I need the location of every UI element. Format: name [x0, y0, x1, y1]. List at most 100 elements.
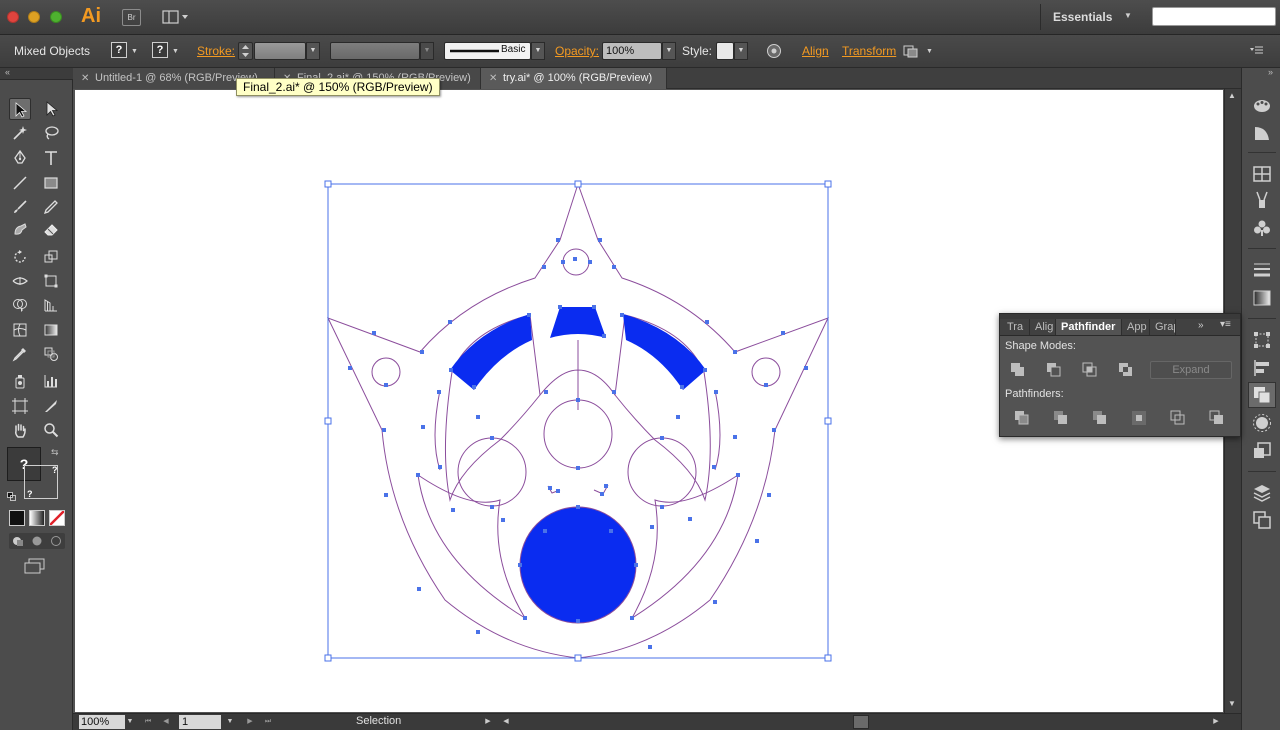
- tab-try[interactable]: ✕ try.ai* @ 100% (RGB/Preview): [481, 68, 667, 89]
- graphic-style-swatch[interactable]: [716, 42, 734, 60]
- paintbrush-tool[interactable]: [9, 196, 31, 218]
- selection-tool[interactable]: [9, 98, 31, 120]
- mesh-tool[interactable]: [9, 319, 31, 341]
- swap-fill-stroke-icon[interactable]: ⇆: [51, 447, 59, 458]
- panel-menu-icon[interactable]: ▾≡: [1220, 319, 1231, 330]
- bridge-button[interactable]: Br: [122, 9, 141, 26]
- current-tool-status[interactable]: Selection: [356, 715, 401, 727]
- gradient-tool[interactable]: [40, 319, 62, 341]
- stroke-panel-link[interactable]: Stroke:: [197, 44, 235, 58]
- last-artboard-icon[interactable]: ⏭: [261, 715, 275, 729]
- merge-button[interactable]: [1092, 410, 1108, 426]
- minus-front-button[interactable]: [1046, 362, 1062, 378]
- stroke-swatch[interactable]: ?: [152, 42, 168, 58]
- none-mode-button[interactable]: [49, 510, 65, 526]
- brush-dropdown[interactable]: ▼: [531, 42, 545, 60]
- intersect-button[interactable]: [1082, 362, 1098, 378]
- eraser-tool[interactable]: [40, 219, 62, 241]
- artboard-number-field[interactable]: 1: [179, 715, 221, 729]
- shape-builder-tool[interactable]: [9, 294, 31, 316]
- expand-button[interactable]: Expand: [1150, 361, 1232, 379]
- artboard-dropdown-icon[interactable]: ▼: [223, 715, 237, 729]
- variable-width-profile-field[interactable]: [330, 42, 420, 60]
- next-artboard-icon[interactable]: ▶: [243, 715, 257, 729]
- crop-button[interactable]: [1131, 410, 1147, 426]
- close-tab-icon[interactable]: ✕: [81, 68, 89, 89]
- transform-panel-icon[interactable]: [1252, 330, 1272, 350]
- scroll-right-icon[interactable]: ▶: [1209, 715, 1223, 729]
- panel-menu-icon[interactable]: [1249, 45, 1265, 57]
- eyedropper-tool[interactable]: [9, 343, 31, 365]
- tab-align[interactable]: Alig: [1030, 319, 1056, 335]
- isolate-group-icon[interactable]: [902, 43, 920, 59]
- pencil-tool[interactable]: [40, 196, 62, 218]
- recolor-artwork-icon[interactable]: [766, 43, 782, 59]
- close-tab-icon[interactable]: ✕: [489, 68, 497, 89]
- symbols-icon[interactable]: [1252, 218, 1272, 238]
- trim-button[interactable]: [1053, 410, 1069, 426]
- blend-tool[interactable]: [40, 343, 62, 365]
- tools-panel-header[interactable]: «: [0, 67, 73, 80]
- color-mode-button[interactable]: [9, 510, 25, 526]
- window-zoom-button[interactable]: [50, 11, 62, 23]
- horizontal-scroll-thumb[interactable]: [853, 715, 869, 729]
- fill-swatch[interactable]: ?: [111, 42, 127, 58]
- divide-button[interactable]: [1014, 410, 1030, 426]
- default-fill-stroke-icon[interactable]: [7, 490, 16, 501]
- zoom-tool[interactable]: [40, 419, 62, 441]
- opacity-field[interactable]: 100%: [602, 42, 662, 60]
- symbol-sprayer-tool[interactable]: [9, 370, 31, 392]
- line-segment-tool[interactable]: [9, 172, 31, 194]
- column-graph-tool[interactable]: [40, 370, 62, 392]
- screen-mode-button[interactable]: [24, 558, 46, 574]
- variable-width-profile-dropdown[interactable]: ▼: [420, 42, 434, 60]
- hand-tool[interactable]: [9, 419, 31, 441]
- blob-brush-tool[interactable]: [9, 219, 31, 241]
- brush-definition-field[interactable]: Basic: [444, 42, 531, 60]
- arrange-documents-button[interactable]: [162, 9, 190, 25]
- lasso-tool[interactable]: [40, 122, 62, 144]
- previous-artboard-icon[interactable]: ◀: [159, 715, 173, 729]
- draw-inside-icon[interactable]: [49, 534, 63, 548]
- exclude-button[interactable]: [1118, 362, 1134, 378]
- zoom-level-field[interactable]: 100%: [79, 715, 125, 729]
- stroke-weight-dropdown[interactable]: ▼: [306, 42, 320, 60]
- align-panel-icon[interactable]: [1252, 358, 1272, 378]
- scroll-down-icon[interactable]: ▼: [1228, 699, 1236, 708]
- artboard-tool[interactable]: [9, 395, 31, 417]
- rectangle-tool[interactable]: [40, 172, 62, 194]
- artboards-panel-icon[interactable]: [1252, 510, 1272, 530]
- opacity-panel-link[interactable]: Opacity:: [555, 44, 599, 58]
- zoom-dropdown-icon[interactable]: ▼: [123, 715, 137, 729]
- fill-dropdown-icon[interactable]: ▼: [131, 48, 138, 55]
- outline-button[interactable]: [1170, 410, 1186, 426]
- first-artboard-icon[interactable]: ⏮: [141, 715, 155, 729]
- draw-behind-icon[interactable]: [30, 534, 44, 548]
- stroke-dropdown-icon[interactable]: ▼: [172, 48, 179, 55]
- window-close-button[interactable]: [7, 11, 19, 23]
- gradient-panel-icon[interactable]: [1252, 288, 1272, 308]
- graphic-styles-icon[interactable]: [1252, 441, 1272, 461]
- status-menu-icon[interactable]: ▶: [481, 715, 495, 729]
- more-tabs-icon[interactable]: »: [1198, 320, 1204, 331]
- appearance-panel-icon[interactable]: [1252, 413, 1272, 433]
- stroke-panel-icon[interactable]: [1252, 260, 1272, 280]
- color-panel-icon[interactable]: [1252, 95, 1272, 115]
- type-tool[interactable]: [40, 147, 62, 169]
- brushes-icon[interactable]: [1252, 190, 1272, 210]
- window-minimize-button[interactable]: [28, 11, 40, 23]
- scroll-left-icon[interactable]: ◀: [499, 715, 513, 729]
- tab-appearance[interactable]: App: [1122, 319, 1150, 335]
- rotate-tool[interactable]: [9, 246, 31, 268]
- magic-wand-tool[interactable]: [9, 122, 31, 144]
- workspace-switcher[interactable]: Essentials: [1053, 10, 1112, 24]
- align-panel-link[interactable]: Align: [802, 44, 829, 58]
- scale-tool[interactable]: [40, 246, 62, 268]
- width-tool[interactable]: [9, 270, 31, 292]
- swatches-icon[interactable]: [1252, 164, 1272, 184]
- collapse-icon[interactable]: «: [5, 67, 10, 77]
- color-guide-icon[interactable]: [1252, 123, 1272, 143]
- layers-panel-icon[interactable]: [1252, 483, 1272, 503]
- tab-graphic-styles[interactable]: Grap: [1150, 319, 1176, 335]
- pen-tool[interactable]: [9, 147, 31, 169]
